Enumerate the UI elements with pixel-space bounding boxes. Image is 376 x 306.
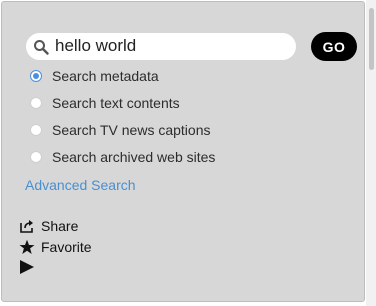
scrollbar-thumb[interactable] — [369, 8, 374, 70]
scrollbar[interactable] — [366, 0, 376, 306]
search-icon — [33, 39, 49, 55]
option-label: Search text contents — [52, 95, 180, 111]
radio-search-tv-captions[interactable] — [30, 124, 42, 136]
star-icon — [19, 239, 35, 255]
go-button[interactable]: GO — [311, 32, 357, 61]
option-label: Search metadata — [52, 68, 159, 84]
share-label: Share — [41, 218, 79, 234]
share-icon — [19, 218, 35, 234]
option-search-text-contents[interactable]: Search text contents — [30, 93, 180, 113]
radio-search-text-contents[interactable] — [30, 97, 42, 109]
option-label: Search TV news captions — [52, 122, 211, 138]
search-input[interactable] — [55, 35, 285, 57]
radio-search-metadata[interactable] — [30, 70, 42, 82]
play-icon — [19, 259, 35, 275]
option-search-web-sites[interactable]: Search archived web sites — [30, 147, 215, 167]
option-label: Search archived web sites — [52, 149, 216, 165]
play-button[interactable] — [19, 259, 41, 275]
favorite-label: Favorite — [41, 239, 92, 255]
option-search-tv-captions[interactable]: Search TV news captions — [30, 120, 211, 140]
search-field[interactable] — [26, 33, 296, 60]
share-button[interactable]: Share — [19, 218, 78, 234]
favorite-button[interactable]: Favorite — [19, 239, 92, 255]
radio-search-web-sites[interactable] — [30, 151, 42, 163]
advanced-search-link[interactable]: Advanced Search — [25, 177, 136, 193]
option-search-metadata[interactable]: Search metadata — [30, 66, 159, 86]
search-panel: GO Search metadata Search text contents … — [1, 1, 365, 302]
